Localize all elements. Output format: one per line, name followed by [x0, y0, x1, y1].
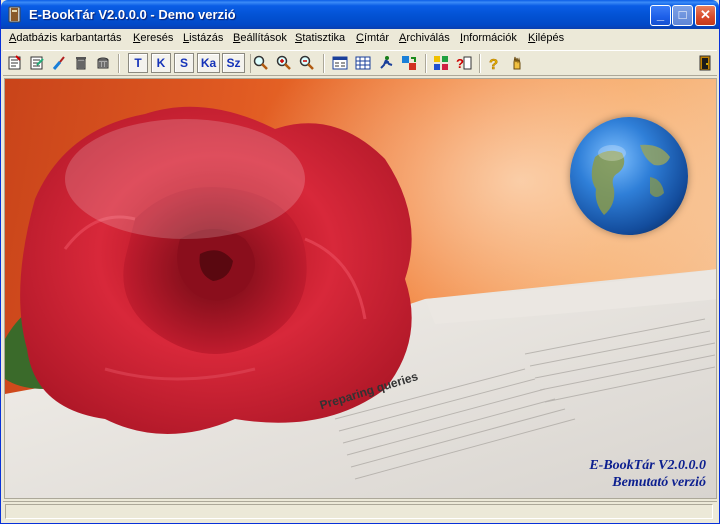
svg-text:?: ? [456, 56, 464, 71]
hand-button[interactable] [507, 53, 527, 73]
new-record-button[interactable] [5, 53, 25, 73]
splash-caption: E-BookTár V2.0.0.0 Bemutató verzió [589, 457, 706, 491]
menu-kereses[interactable]: Keresés [133, 32, 173, 44]
swap-icon [402, 56, 416, 70]
list-view-button[interactable] [330, 53, 350, 73]
globe-image [570, 117, 688, 235]
menu-adatbazis[interactable]: Adatbázis karbantartás [9, 32, 122, 44]
swap-button[interactable] [399, 53, 419, 73]
toolbar-separator [323, 54, 325, 73]
menu-statisztika[interactable]: Statisztika [295, 32, 345, 44]
book-app-icon [8, 6, 21, 23]
running-man-icon [380, 56, 393, 69]
toolbar-separator [118, 54, 120, 73]
help-icon: ? [489, 56, 499, 71]
maximize-button[interactable]: □ [672, 5, 693, 26]
maximize-icon: □ [678, 7, 687, 22]
filter-s-button[interactable]: S [174, 53, 194, 73]
grid-view-icon [355, 56, 371, 70]
brush-button[interactable] [49, 53, 69, 73]
splash-image: Preparing queries E-BookTár V2.0.0.0 Bem… [4, 78, 717, 499]
color-settings-icon [434, 56, 448, 70]
caption-app-version: E-BookTár V2.0.0.0 [589, 458, 706, 473]
color-settings-button[interactable] [431, 53, 451, 73]
app-window: E-BookTár V2.0.0.0 - Demo verzió _ □ ✕ A… [0, 0, 720, 524]
delete-all-button[interactable] [93, 53, 113, 73]
hand-icon [513, 56, 521, 70]
edit-record-button[interactable] [27, 53, 47, 73]
help-index-icon: ? [456, 56, 472, 71]
zoom-in-icon [276, 55, 291, 70]
toolbar-separator [479, 54, 481, 73]
caption-demo-label: Bemutató verzió [612, 475, 706, 490]
grid-view-button[interactable] [353, 53, 373, 73]
menu-kilepes[interactable]: Kilépés [528, 32, 564, 44]
globe-continents [591, 144, 670, 215]
close-icon: ✕ [700, 7, 711, 22]
toolbar: T K S Ka Sz ? ? [3, 50, 717, 76]
filter-sz-button[interactable]: Sz [222, 53, 245, 73]
brush-icon [52, 56, 65, 70]
window-title: E-BookTár V2.0.0.0 - Demo verzió [29, 7, 236, 22]
svg-text:?: ? [489, 56, 498, 71]
filter-k-button[interactable]: K [151, 53, 171, 73]
menu-cimtar[interactable]: Címtár [356, 32, 389, 44]
delete-all-icon [97, 57, 109, 69]
minimize-button[interactable]: _ [650, 5, 671, 26]
title-bar[interactable]: E-BookTár V2.0.0.0 - Demo verzió _ □ ✕ [1, 0, 719, 29]
menu-beallitasok[interactable]: Beállítások [233, 32, 287, 44]
filter-t-button[interactable]: T [128, 53, 148, 73]
status-bar [3, 501, 717, 521]
exit-door-icon [699, 55, 711, 71]
exit-button[interactable] [695, 53, 715, 73]
menu-listazas[interactable]: Listázás [183, 32, 223, 44]
status-panel [5, 504, 713, 519]
new-record-icon [8, 55, 21, 70]
menu-bar: Adatbázis karbantartás Keresés Listázás … [1, 29, 719, 49]
zoom-in-button[interactable] [274, 53, 294, 73]
close-button[interactable]: ✕ [695, 5, 716, 26]
menu-archivalas[interactable]: Archiválás [399, 32, 450, 44]
help-index-button[interactable]: ? [454, 53, 474, 73]
zoom-out-icon [299, 55, 314, 70]
zoom-button[interactable] [251, 53, 271, 73]
zoom-out-button[interactable] [297, 53, 317, 73]
filter-ka-button[interactable]: Ka [197, 53, 220, 73]
trash-icon [76, 57, 86, 70]
menu-informaciok[interactable]: Információk [460, 32, 517, 44]
trash-button[interactable] [71, 53, 91, 73]
minimize-icon: _ [656, 7, 665, 22]
help-button[interactable]: ? [484, 53, 504, 73]
list-view-icon [332, 56, 348, 70]
toolbar-separator [425, 54, 427, 73]
running-man-button[interactable] [376, 53, 396, 73]
edit-record-icon [30, 56, 44, 70]
zoom-icon [253, 55, 268, 70]
